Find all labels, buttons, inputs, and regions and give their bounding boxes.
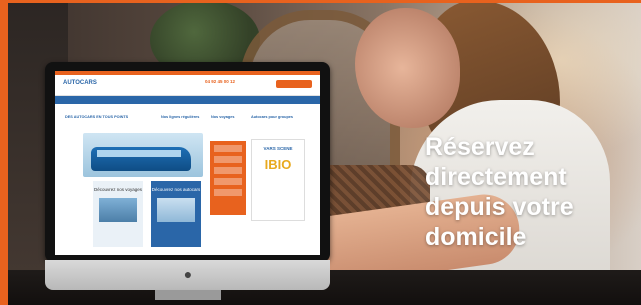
- site-tag-row: DES AUTOCARS EN TOUS POINTS Nos lignes r…: [65, 115, 310, 125]
- headline-text: Réservez directement depuis votre domici…: [425, 132, 625, 252]
- autocars-card[interactable]: Découvrez nos autocars: [151, 181, 201, 247]
- voyages-card-title: Découvrez nos voyages: [93, 187, 143, 192]
- site-quick-menu[interactable]: [210, 141, 246, 215]
- site-nav-bar[interactable]: [55, 96, 320, 104]
- top-stripe: [0, 0, 641, 3]
- site-header: AUTOCARS 04 92 45 00 12: [55, 75, 320, 96]
- event-poster[interactable]: VARS SCENE IBIO: [251, 139, 305, 221]
- accent-bar: [0, 0, 8, 305]
- site-phone: 04 92 45 00 12: [205, 79, 236, 84]
- headline-line-1: Réservez: [425, 133, 535, 161]
- monitor-stand: [155, 290, 221, 300]
- quick-menu-item[interactable]: [214, 145, 242, 152]
- quick-menu-item[interactable]: [214, 178, 242, 185]
- autocars-card-image: [157, 198, 195, 222]
- site-tag-3[interactable]: Nos voyages: [211, 115, 234, 119]
- site-tag-1[interactable]: DES AUTOCARS EN TOUS POINTS: [65, 115, 128, 119]
- bus-window: [97, 150, 181, 157]
- poster-title: VARS SCENE: [263, 146, 293, 151]
- site-contact-button[interactable]: [276, 80, 312, 88]
- voyages-card-image: [99, 198, 137, 222]
- photo-scene: AUTOCARS 04 92 45 00 12 DES AUTOCARS EN …: [0, 0, 641, 305]
- voyages-card[interactable]: Découvrez nos voyages: [93, 181, 143, 247]
- imac-computer: AUTOCARS 04 92 45 00 12 DES AUTOCARS EN …: [45, 62, 330, 300]
- monitor-screen: AUTOCARS 04 92 45 00 12 DES AUTOCARS EN …: [55, 71, 320, 255]
- site-tag-2[interactable]: Nos lignes régulières: [161, 115, 199, 119]
- quick-menu-item[interactable]: [214, 167, 242, 174]
- bus-banner: [83, 133, 203, 177]
- apple-logo-icon: ●: [183, 266, 193, 282]
- monitor-bezel: AUTOCARS 04 92 45 00 12 DES AUTOCARS EN …: [45, 62, 330, 262]
- headline-line-3: depuis votre: [425, 193, 574, 221]
- quick-menu-item[interactable]: [214, 156, 242, 163]
- autocars-card-title: Découvrez nos autocars: [151, 187, 201, 192]
- headline-line-4: domicile: [425, 223, 527, 251]
- quick-menu-item[interactable]: [214, 189, 242, 196]
- poster-big-text: IBIO: [264, 157, 292, 172]
- site-logo[interactable]: AUTOCARS: [63, 80, 97, 86]
- site-tag-4[interactable]: Autocars pour groupes: [251, 115, 293, 119]
- headline-line-2: directement: [425, 163, 567, 191]
